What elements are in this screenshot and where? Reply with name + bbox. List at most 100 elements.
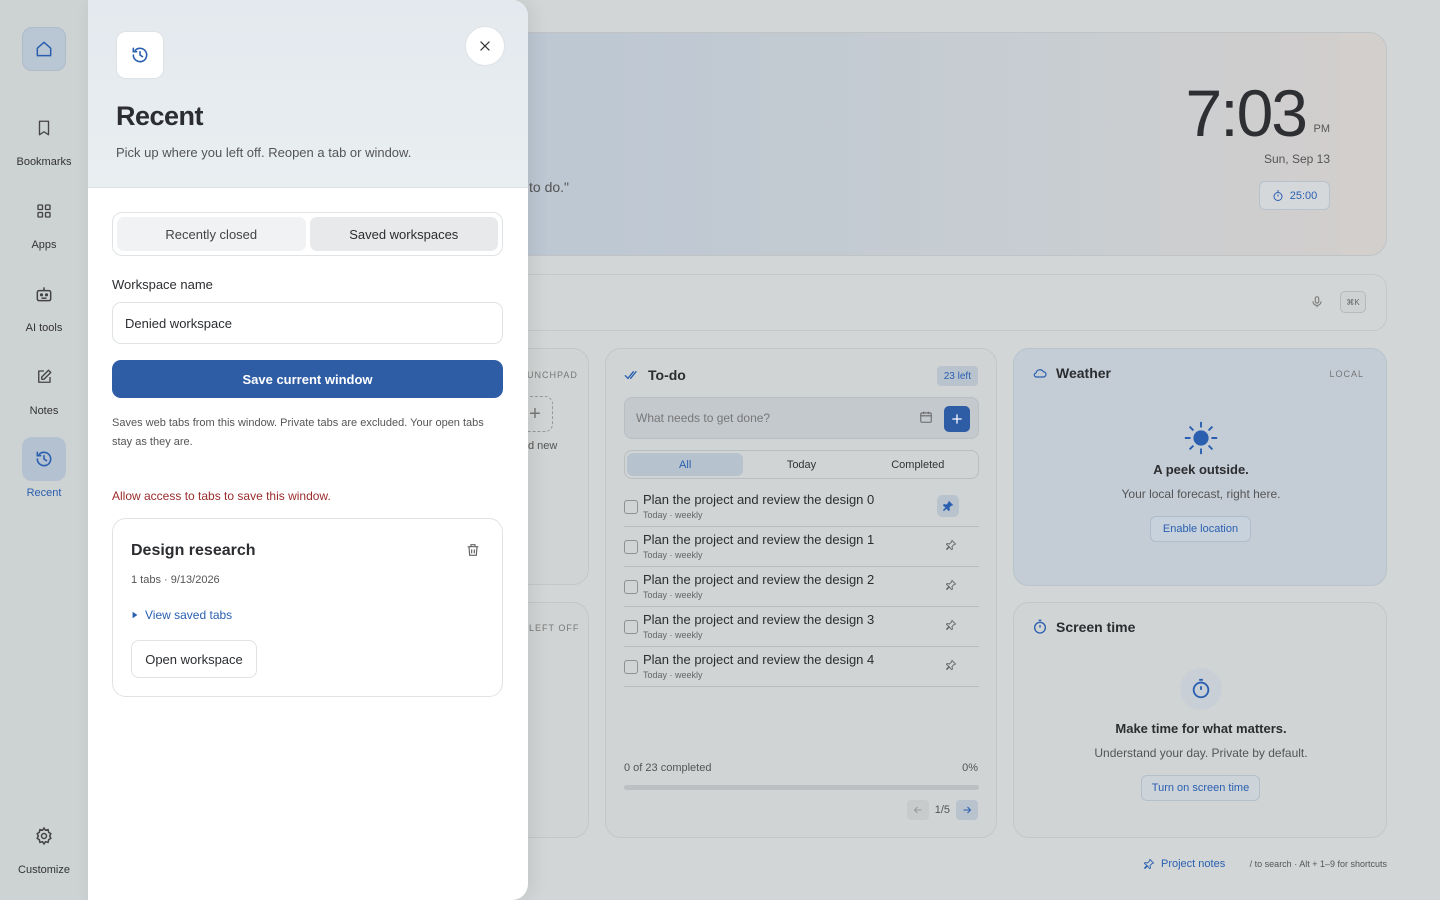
- tab-recently-closed[interactable]: Recently closed: [117, 217, 306, 251]
- quote-text: to do.": [529, 179, 569, 195]
- todo-item-text: Plan the project and review the design 3: [643, 612, 875, 627]
- sidebar-item-label: Notes: [29, 405, 59, 417]
- sidebar-item-notes[interactable]: Notes: [0, 355, 88, 417]
- sidebar-item-apps[interactable]: Apps: [0, 189, 88, 251]
- pin-icon: [1143, 858, 1155, 870]
- todo-left-badge: 23 left: [936, 366, 978, 386]
- sidebar-item-home[interactable]: [0, 27, 88, 71]
- ai-tools-button: [22, 272, 66, 316]
- tab-today[interactable]: Today: [743, 453, 859, 476]
- todo-checkbox[interactable]: [624, 580, 638, 594]
- sidebar-item-bookmarks[interactable]: Bookmarks: [0, 106, 88, 168]
- workspace-card: Design research 1 tabs · 9/13/2026 View …: [112, 518, 503, 697]
- recent-button: [22, 437, 66, 481]
- todo-progress-text: 0 of 23 completed: [624, 762, 712, 774]
- notes-button: [22, 355, 66, 399]
- launchpad-label: UNCHPAD: [527, 370, 578, 380]
- tab-saved-workspaces[interactable]: Saved workspaces: [309, 217, 498, 251]
- robot-icon: [34, 284, 54, 304]
- save-current-window-button[interactable]: Save current window: [112, 360, 503, 398]
- todo-checkbox[interactable]: [624, 660, 638, 674]
- sun-icon: [1182, 419, 1220, 457]
- tab-completed[interactable]: Completed: [860, 453, 976, 476]
- pin-icon[interactable]: [945, 539, 957, 551]
- sidebar-item-label: AI tools: [25, 322, 63, 334]
- sidebar-item-recent[interactable]: Recent: [0, 437, 88, 499]
- pin-icon[interactable]: [945, 579, 957, 591]
- clock-date: Sun, Sep 13: [1263, 152, 1330, 166]
- open-workspace-button[interactable]: Open workspace: [131, 640, 257, 678]
- sidebar: Bookmarks Apps AI tools Notes Recent Cus…: [0, 0, 88, 900]
- todo-item-meta: Today · weekly: [643, 670, 703, 680]
- sidebar-item-ai-tools[interactable]: AI tools: [0, 272, 88, 334]
- page-indicator: 1/5: [934, 804, 950, 816]
- todo-pager: 1/5: [906, 800, 978, 820]
- prev-page-button[interactable]: [906, 800, 929, 820]
- enable-location-button[interactable]: Enable location: [1150, 516, 1251, 542]
- workspace-name-input[interactable]: Denied workspace: [112, 302, 503, 344]
- panel-title: Recent: [116, 101, 204, 131]
- todo-checkbox[interactable]: [624, 540, 638, 554]
- close-icon: [478, 39, 492, 53]
- todo-list: Plan the project and review the design 0…: [624, 487, 979, 687]
- pin-icon[interactable]: [945, 619, 957, 631]
- weather-headline: A peek outside.: [1153, 462, 1249, 477]
- screen-time-subtitle: Understand your day. Private by default.: [1094, 746, 1308, 760]
- weather-icon: [1032, 365, 1048, 381]
- save-help-text: Saves web tabs from this window. Private…: [112, 417, 484, 448]
- plus-icon: [950, 412, 964, 426]
- close-panel-button[interactable]: [465, 26, 505, 66]
- todo-input[interactable]: What needs to get done?: [624, 397, 979, 439]
- next-page-button[interactable]: [956, 800, 978, 820]
- history-icon: [34, 449, 54, 469]
- screen-time-title: Screen time: [1056, 619, 1136, 635]
- sidebar-item-customize[interactable]: Customize: [0, 814, 88, 876]
- shortcut-hint: / to search · Alt + 1–9 for shortcuts: [1249, 859, 1387, 869]
- screen-time-badge: [1180, 668, 1222, 710]
- turn-on-screen-time-button[interactable]: Turn on screen time: [1141, 775, 1260, 801]
- focus-timer-button[interactable]: 25:00: [1259, 181, 1330, 210]
- clock-ampm: PM: [1313, 123, 1331, 135]
- left-off-label: LEFT OFF: [529, 623, 580, 633]
- todo-item-text: Plan the project and review the design 2: [643, 572, 875, 587]
- trash-icon[interactable]: [465, 542, 481, 558]
- pin-button-active[interactable]: [937, 495, 959, 517]
- caret-right-icon: [131, 611, 139, 619]
- todo-item: Plan the project and review the design 4…: [624, 647, 979, 687]
- customize-button: [22, 814, 66, 858]
- todo-item-text: Plan the project and review the design 0: [643, 492, 875, 507]
- workspace-meta: 1 tabs · 9/13/2026: [131, 574, 220, 586]
- workspace-name: Design research: [131, 542, 256, 559]
- todo-item-meta: Today · weekly: [643, 590, 703, 600]
- weather-card: Weather LOCAL A peek outside. Your local…: [1013, 348, 1387, 586]
- todo-checkbox[interactable]: [624, 620, 638, 634]
- microphone-icon[interactable]: [1310, 294, 1324, 310]
- todo-item-meta: Today · weekly: [643, 630, 703, 640]
- sidebar-item-label: Recent: [26, 487, 62, 499]
- apps-button: [22, 189, 66, 233]
- view-saved-tabs-label: View saved tabs: [145, 608, 233, 622]
- project-notes-label: Project notes: [1161, 858, 1226, 870]
- view-saved-tabs-toggle[interactable]: View saved tabs: [131, 608, 232, 622]
- weather-subtitle: Your local forecast, right here.: [1121, 487, 1281, 501]
- calendar-icon[interactable]: [919, 410, 933, 424]
- gear-icon: [34, 826, 54, 846]
- workspace-name-label: Workspace name: [112, 277, 213, 292]
- screen-time-headline: Make time for what matters.: [1115, 721, 1287, 736]
- todo-filter-tabs: All Today Completed: [624, 450, 979, 479]
- search-bar[interactable]: ⌘K: [500, 274, 1387, 331]
- todo-item-meta: Today · weekly: [643, 550, 703, 560]
- todo-progress-bar: [624, 785, 979, 790]
- panel-history-badge: [116, 31, 164, 79]
- add-todo-button[interactable]: [944, 406, 970, 432]
- hero-banner: to do." 7:03 PM Sun, Sep 13 25:00: [500, 32, 1387, 256]
- apps-grid-icon: [35, 202, 53, 220]
- pin-icon[interactable]: [945, 659, 957, 671]
- home-button[interactable]: [22, 27, 66, 71]
- tab-all[interactable]: All: [627, 453, 744, 476]
- todo-checkbox[interactable]: [624, 500, 638, 514]
- project-notes-link[interactable]: Project notes: [1143, 858, 1225, 870]
- todo-item-meta: Today · weekly: [643, 510, 703, 520]
- todo-card: To-do 23 left What needs to get done? Al…: [605, 348, 997, 838]
- stopwatch-icon: [1190, 678, 1212, 700]
